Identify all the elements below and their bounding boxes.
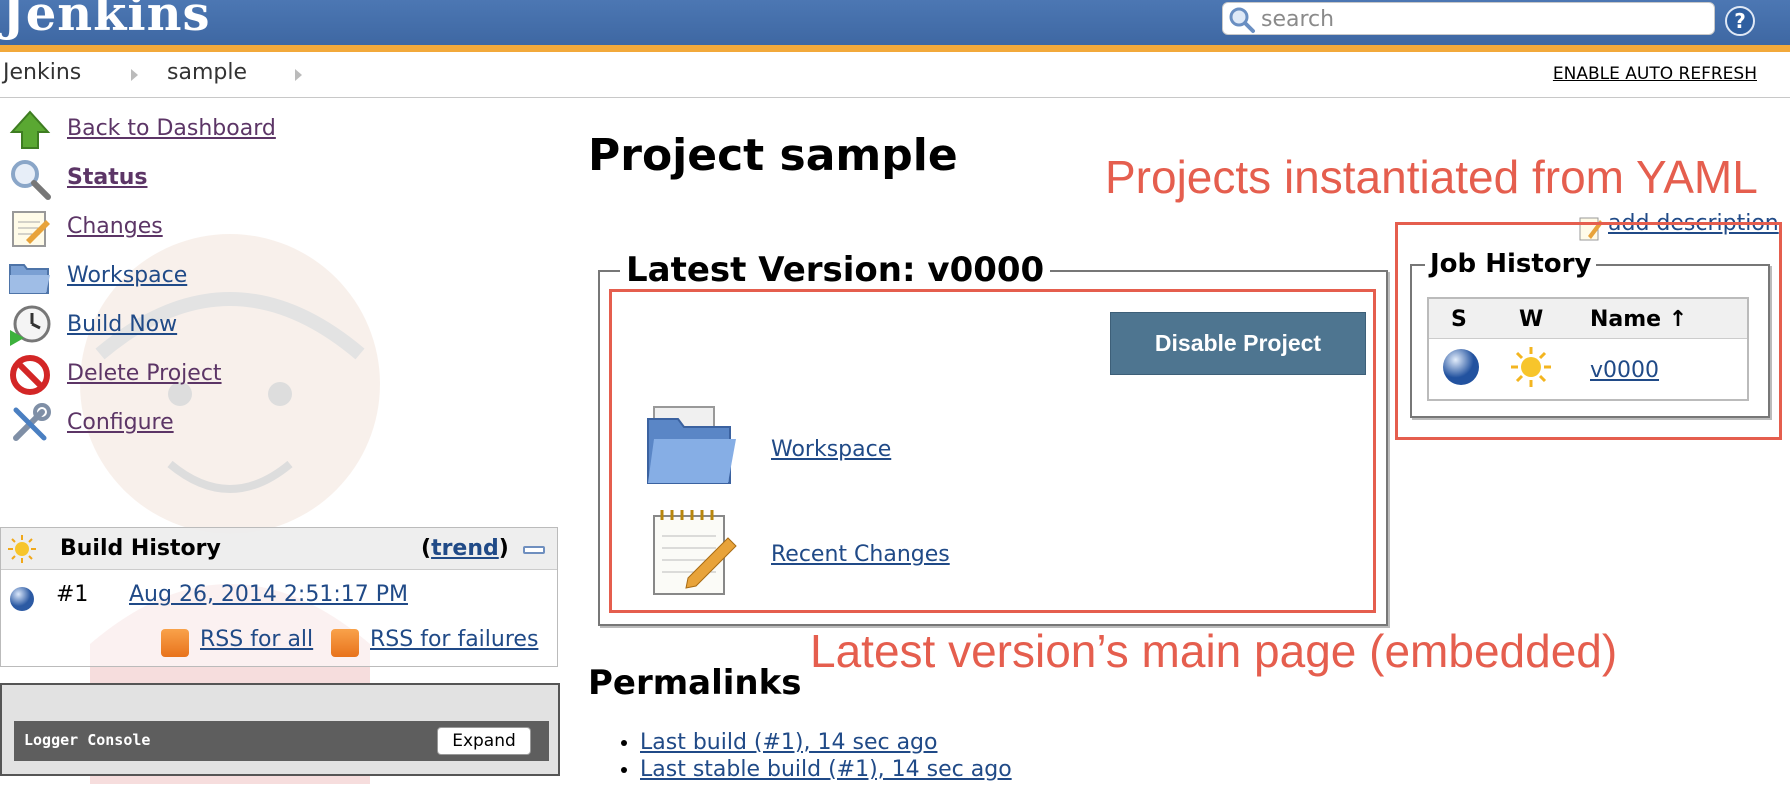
logger-console-bar: Logger Console Expand: [14, 721, 549, 761]
permalinks-heading: Permalinks: [588, 663, 802, 703]
rss-failures-link[interactable]: RSS for failures: [370, 627, 538, 652]
page-title: Project sample: [588, 130, 958, 181]
column-header-status[interactable]: S: [1451, 307, 1467, 332]
notepad-icon: [8, 206, 52, 250]
search-input[interactable]: [1261, 7, 1701, 31]
no-entry-icon: [8, 353, 52, 397]
permalink-last-build[interactable]: Last build (#1), 14 sec ago: [640, 730, 937, 755]
build-date-link[interactable]: Aug 26, 2014 2:51:17 PM: [129, 582, 408, 607]
trend-link[interactable]: trend: [431, 536, 499, 561]
workspace-link[interactable]: Workspace: [771, 437, 891, 462]
job-history-table: S W Name ↑ v0000: [1427, 297, 1749, 401]
task-label[interactable]: Workspace: [67, 263, 187, 288]
task-label[interactable]: Delete Project: [67, 361, 222, 386]
latest-version-legend: Latest Version: v0000: [620, 250, 1051, 290]
breadcrumb-separator-icon[interactable]: [295, 69, 302, 81]
annotation-yaml: Projects instantiated from YAML: [1105, 151, 1758, 203]
list-item: Last build (#1), 14 sec ago: [640, 730, 1012, 757]
breadcrumb-item-sample[interactable]: sample: [167, 60, 247, 85]
search-icon: [8, 157, 52, 201]
search-icon: [1228, 6, 1256, 38]
build-number[interactable]: #1: [56, 582, 88, 607]
header-stripe: [0, 45, 1790, 52]
wrench-icon: [8, 402, 52, 446]
column-header-weather[interactable]: W: [1519, 307, 1543, 332]
build-history-header: Build History (trend): [1, 528, 557, 570]
build-history-title: Build History: [60, 536, 221, 561]
trend-link-wrapper: (trend): [421, 536, 509, 561]
header-bar: Jenkins ?: [0, 0, 1790, 52]
blue-ball-icon: [9, 586, 35, 616]
rss-all-link[interactable]: RSS for all: [200, 627, 313, 652]
job-history-legend: Job History: [1425, 249, 1597, 279]
column-header-name[interactable]: Name ↑: [1590, 307, 1687, 332]
blue-ball-icon: [1441, 347, 1481, 391]
folder-icon[interactable]: [644, 403, 740, 493]
logger-console-panel: Logger Console Expand: [0, 683, 560, 776]
breadcrumb-item-jenkins[interactable]: Jenkins: [3, 60, 81, 85]
folder-icon: [8, 255, 52, 299]
job-history-version-link[interactable]: v0000: [1590, 358, 1659, 383]
notepad-icon[interactable]: [648, 508, 738, 602]
recent-changes-link[interactable]: Recent Changes: [771, 542, 950, 567]
breadcrumb-separator-icon[interactable]: [131, 69, 138, 81]
collapse-icon[interactable]: [523, 546, 545, 554]
rss-icon[interactable]: [331, 629, 359, 657]
breadcrumb: Jenkins sample ENABLE AUTO REFRESH: [0, 52, 1790, 98]
help-icon[interactable]: ?: [1725, 6, 1755, 36]
task-label[interactable]: Build Now: [67, 312, 177, 337]
task-label[interactable]: Back to Dashboard: [67, 116, 276, 141]
disable-project-button[interactable]: Disable Project: [1110, 312, 1366, 375]
list-item: Last stable build (#1), 14 sec ago: [640, 757, 1012, 784]
enable-auto-refresh-link[interactable]: ENABLE AUTO REFRESH: [1553, 64, 1757, 84]
task-label[interactable]: Configure: [67, 410, 174, 435]
logger-console-title: Logger Console: [24, 731, 151, 749]
jenkins-logo[interactable]: Jenkins: [2, 0, 211, 42]
clock-icon: [8, 304, 52, 348]
annotation-embedded: Latest version’s main page (embedded): [810, 625, 1618, 677]
sun-icon: [7, 534, 37, 568]
permalinks-list: Last build (#1), 14 sec ago Last stable …: [640, 730, 1012, 784]
sun-icon: [1509, 345, 1553, 393]
search-box[interactable]: [1222, 2, 1715, 35]
up-arrow-icon: [8, 108, 52, 152]
task-label[interactable]: Status: [67, 165, 147, 190]
table-header: S W Name ↑: [1429, 299, 1747, 339]
expand-button[interactable]: Expand: [437, 727, 531, 755]
task-label[interactable]: Changes: [67, 214, 163, 239]
rss-icon[interactable]: [161, 629, 189, 657]
permalink-last-stable-build[interactable]: Last stable build (#1), 14 sec ago: [640, 757, 1012, 782]
build-history-widget: Build History (trend) #1 Aug 26, 2014 2:…: [0, 527, 558, 667]
